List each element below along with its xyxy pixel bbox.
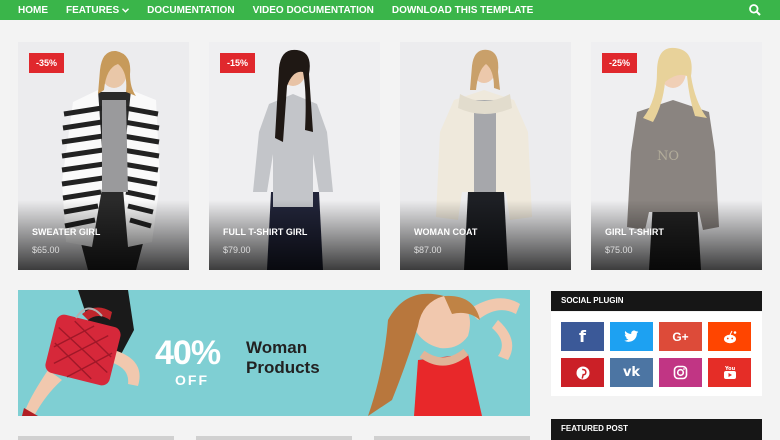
pinterest-icon	[576, 366, 589, 379]
banner-title-line2: Products	[246, 358, 320, 377]
post-thumbnail[interactable]	[196, 436, 352, 440]
social-plugin-title: SOCIAL PLUGIN	[551, 291, 762, 311]
discount-badge: -25%	[602, 53, 638, 73]
svg-text:NO: NO	[657, 149, 679, 164]
pinterest-button[interactable]	[561, 358, 604, 387]
nav-download-template-link[interactable]: DOWNLOAD THIS TEMPLATE	[392, 5, 533, 16]
product-card-sweater-girl[interactable]: -35% SWEATER GIRL $65.00	[18, 42, 189, 270]
banner-model-red-top	[368, 293, 520, 416]
google-plus-icon: G+	[672, 329, 689, 344]
youtube-icon: You	[723, 366, 736, 379]
product-card-girl-t-shirt[interactable]: NO -25% GIRL T-SHIRT $75.00	[591, 42, 762, 270]
banner-model-with-handbag	[22, 290, 140, 416]
vk-icon: vk	[622, 365, 641, 380]
product-name[interactable]: FULL T-SHIRT GIRL	[223, 227, 307, 237]
youtube-button[interactable]: You	[708, 358, 751, 387]
banner-off-label: OFF	[175, 372, 209, 388]
banner-title-line1: Woman	[246, 338, 308, 357]
product-price: $79.00	[223, 245, 251, 255]
vk-button[interactable]: vk	[610, 358, 653, 387]
instagram-icon	[673, 365, 688, 380]
twitter-button[interactable]	[610, 322, 653, 351]
product-price: $75.00	[605, 245, 633, 255]
instagram-button[interactable]	[659, 358, 702, 387]
product-card-full-t-shirt-girl[interactable]: -15% FULL T-SHIRT GIRL $79.00	[209, 42, 380, 270]
nav-home-link[interactable]: HOME	[18, 5, 48, 16]
facebook-button[interactable]: f	[561, 322, 604, 351]
product-card-woman-coat[interactable]: WOMAN COAT $87.00	[400, 42, 571, 270]
twitter-icon	[624, 330, 639, 342]
nav-features-menu[interactable]: FEATURES	[66, 4, 130, 16]
nav-documentation-link[interactable]: DOCUMENTATION	[147, 5, 234, 16]
svg-text:You: You	[724, 366, 736, 372]
promo-banner[interactable]: 40% OFF Woman Products	[18, 290, 530, 416]
reddit-button[interactable]	[708, 322, 751, 351]
top-navigation-bar: HOME FEATURES DOCUMENTATION VIDEO DOCUME…	[0, 0, 780, 20]
product-name[interactable]: SWEATER GIRL	[32, 227, 100, 237]
nav-features-label: FEATURES	[66, 4, 120, 16]
search-icon[interactable]	[748, 3, 762, 17]
product-name[interactable]: GIRL T-SHIRT	[605, 227, 664, 237]
discount-badge: -15%	[220, 53, 256, 73]
reddit-icon	[723, 330, 736, 343]
nav-video-documentation-link[interactable]: VIDEO DOCUMENTATION	[253, 5, 374, 16]
discount-badge: -35%	[29, 53, 65, 73]
post-thumbnail[interactable]	[18, 436, 174, 440]
facebook-icon: f	[579, 327, 586, 346]
product-name[interactable]: WOMAN COAT	[414, 227, 477, 237]
post-thumbnail[interactable]	[374, 436, 530, 440]
google-plus-button[interactable]: G+	[659, 322, 702, 351]
product-price: $87.00	[414, 245, 442, 255]
featured-post-title: FEATURED POST	[551, 419, 762, 440]
product-price: $65.00	[32, 245, 60, 255]
banner-discount-percent: 40%	[155, 334, 221, 372]
chevron-down-icon	[122, 7, 130, 13]
social-plugin-panel: f G+ vk You	[551, 312, 762, 396]
